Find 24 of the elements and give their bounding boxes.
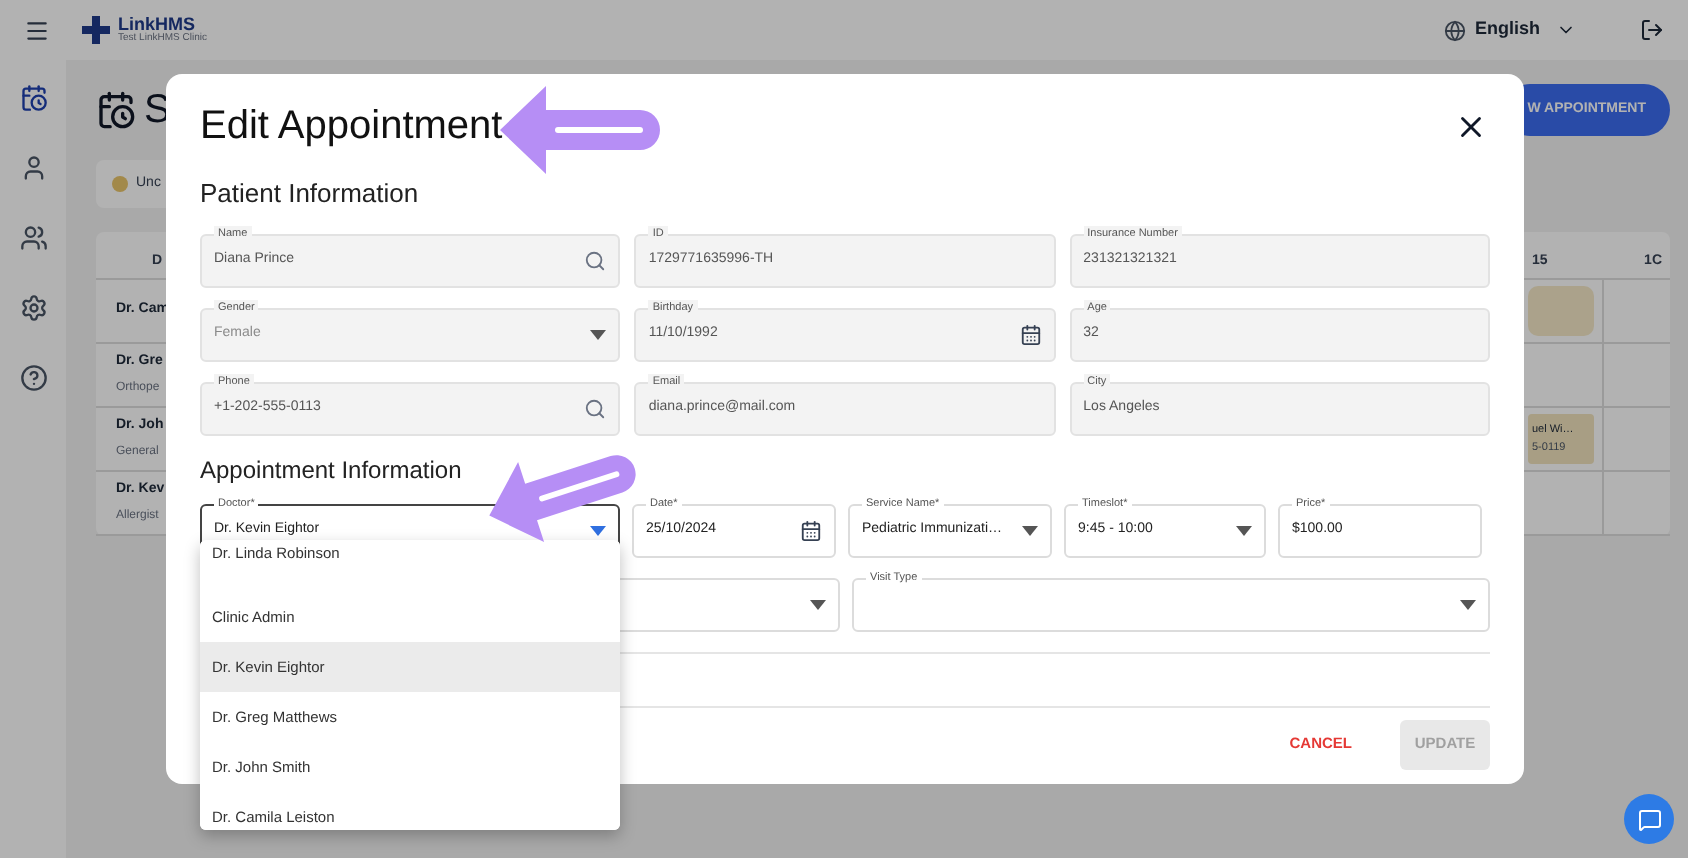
calendar-icon[interactable] [19,84,47,112]
person-icon[interactable] [19,154,47,182]
dropdown-caret-icon [1022,525,1038,535]
language-button[interactable]: English [1474,16,1576,44]
chat-button[interactable] [1624,794,1674,844]
dropdown-caret-icon [1460,599,1476,609]
brand-name: LinkHMS [118,16,196,34]
clock-calendar-icon [96,90,136,130]
group-icon[interactable] [19,224,47,252]
globe-icon [1444,19,1467,41]
dialog-title: Edit Appointment [200,102,503,152]
menu-icon[interactable] [24,17,50,43]
help-icon[interactable] [19,364,47,392]
dropdown-caret-icon [1236,525,1252,535]
cross-logo-icon [82,16,110,44]
section-title: Patient Information [200,176,421,212]
logout-icon[interactable] [1640,18,1664,42]
settings-icon[interactable] [19,294,47,322]
dropdown-caret-icon [590,329,607,339]
dropdown-caret-icon [590,525,606,535]
calendar-icon[interactable] [800,519,822,541]
section-title: Appointment Information [200,453,462,487]
dropdown-caret-icon [810,599,826,609]
chat-icon [1637,807,1661,831]
